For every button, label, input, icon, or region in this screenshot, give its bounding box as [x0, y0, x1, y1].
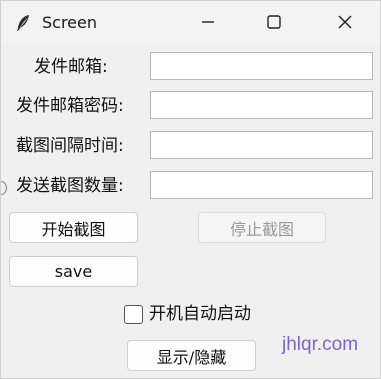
edge-decoration: [1, 181, 7, 195]
minimize-icon: [201, 14, 215, 33]
maximize-icon: [267, 14, 281, 33]
close-icon: [338, 14, 352, 33]
start-capture-button[interactable]: 开始截图: [9, 212, 138, 243]
title-bar[interactable]: Screen: [1, 1, 380, 45]
app-window: Screen 发件邮箱: 发件邮箱密码: 截图间隔时间: 发送截图数量: 开始截…: [0, 0, 381, 379]
watermark-text: jhlqr.com: [282, 334, 359, 355]
show-hide-button[interactable]: 显示/隐藏: [127, 340, 256, 371]
count-field[interactable]: [150, 171, 373, 199]
autostart-checkbox[interactable]: [124, 304, 143, 324]
interval-field[interactable]: [150, 131, 373, 159]
count-label: 发送截图数量:: [16, 176, 124, 196]
window-title: Screen: [42, 13, 98, 32]
feather-icon: [13, 13, 33, 33]
sender-password-field[interactable]: [150, 91, 373, 119]
close-button[interactable]: [319, 1, 371, 45]
minimize-button[interactable]: [182, 1, 234, 45]
autostart-row[interactable]: 开机自动启动: [124, 303, 251, 325]
sender-email-field[interactable]: [150, 52, 373, 80]
stop-capture-button[interactable]: 停止截图: [198, 212, 326, 243]
interval-label: 截图间隔时间:: [16, 136, 124, 156]
autostart-label: 开机自动启动: [149, 304, 251, 324]
save-button[interactable]: save: [9, 256, 138, 287]
sender-email-label: 发件邮箱:: [34, 57, 108, 77]
sender-password-label: 发件邮箱密码:: [16, 96, 124, 116]
maximize-button[interactable]: [248, 1, 300, 45]
main-content: 发件邮箱: 发件邮箱密码: 截图间隔时间: 发送截图数量: 开始截图 停止截图 …: [1, 45, 380, 378]
